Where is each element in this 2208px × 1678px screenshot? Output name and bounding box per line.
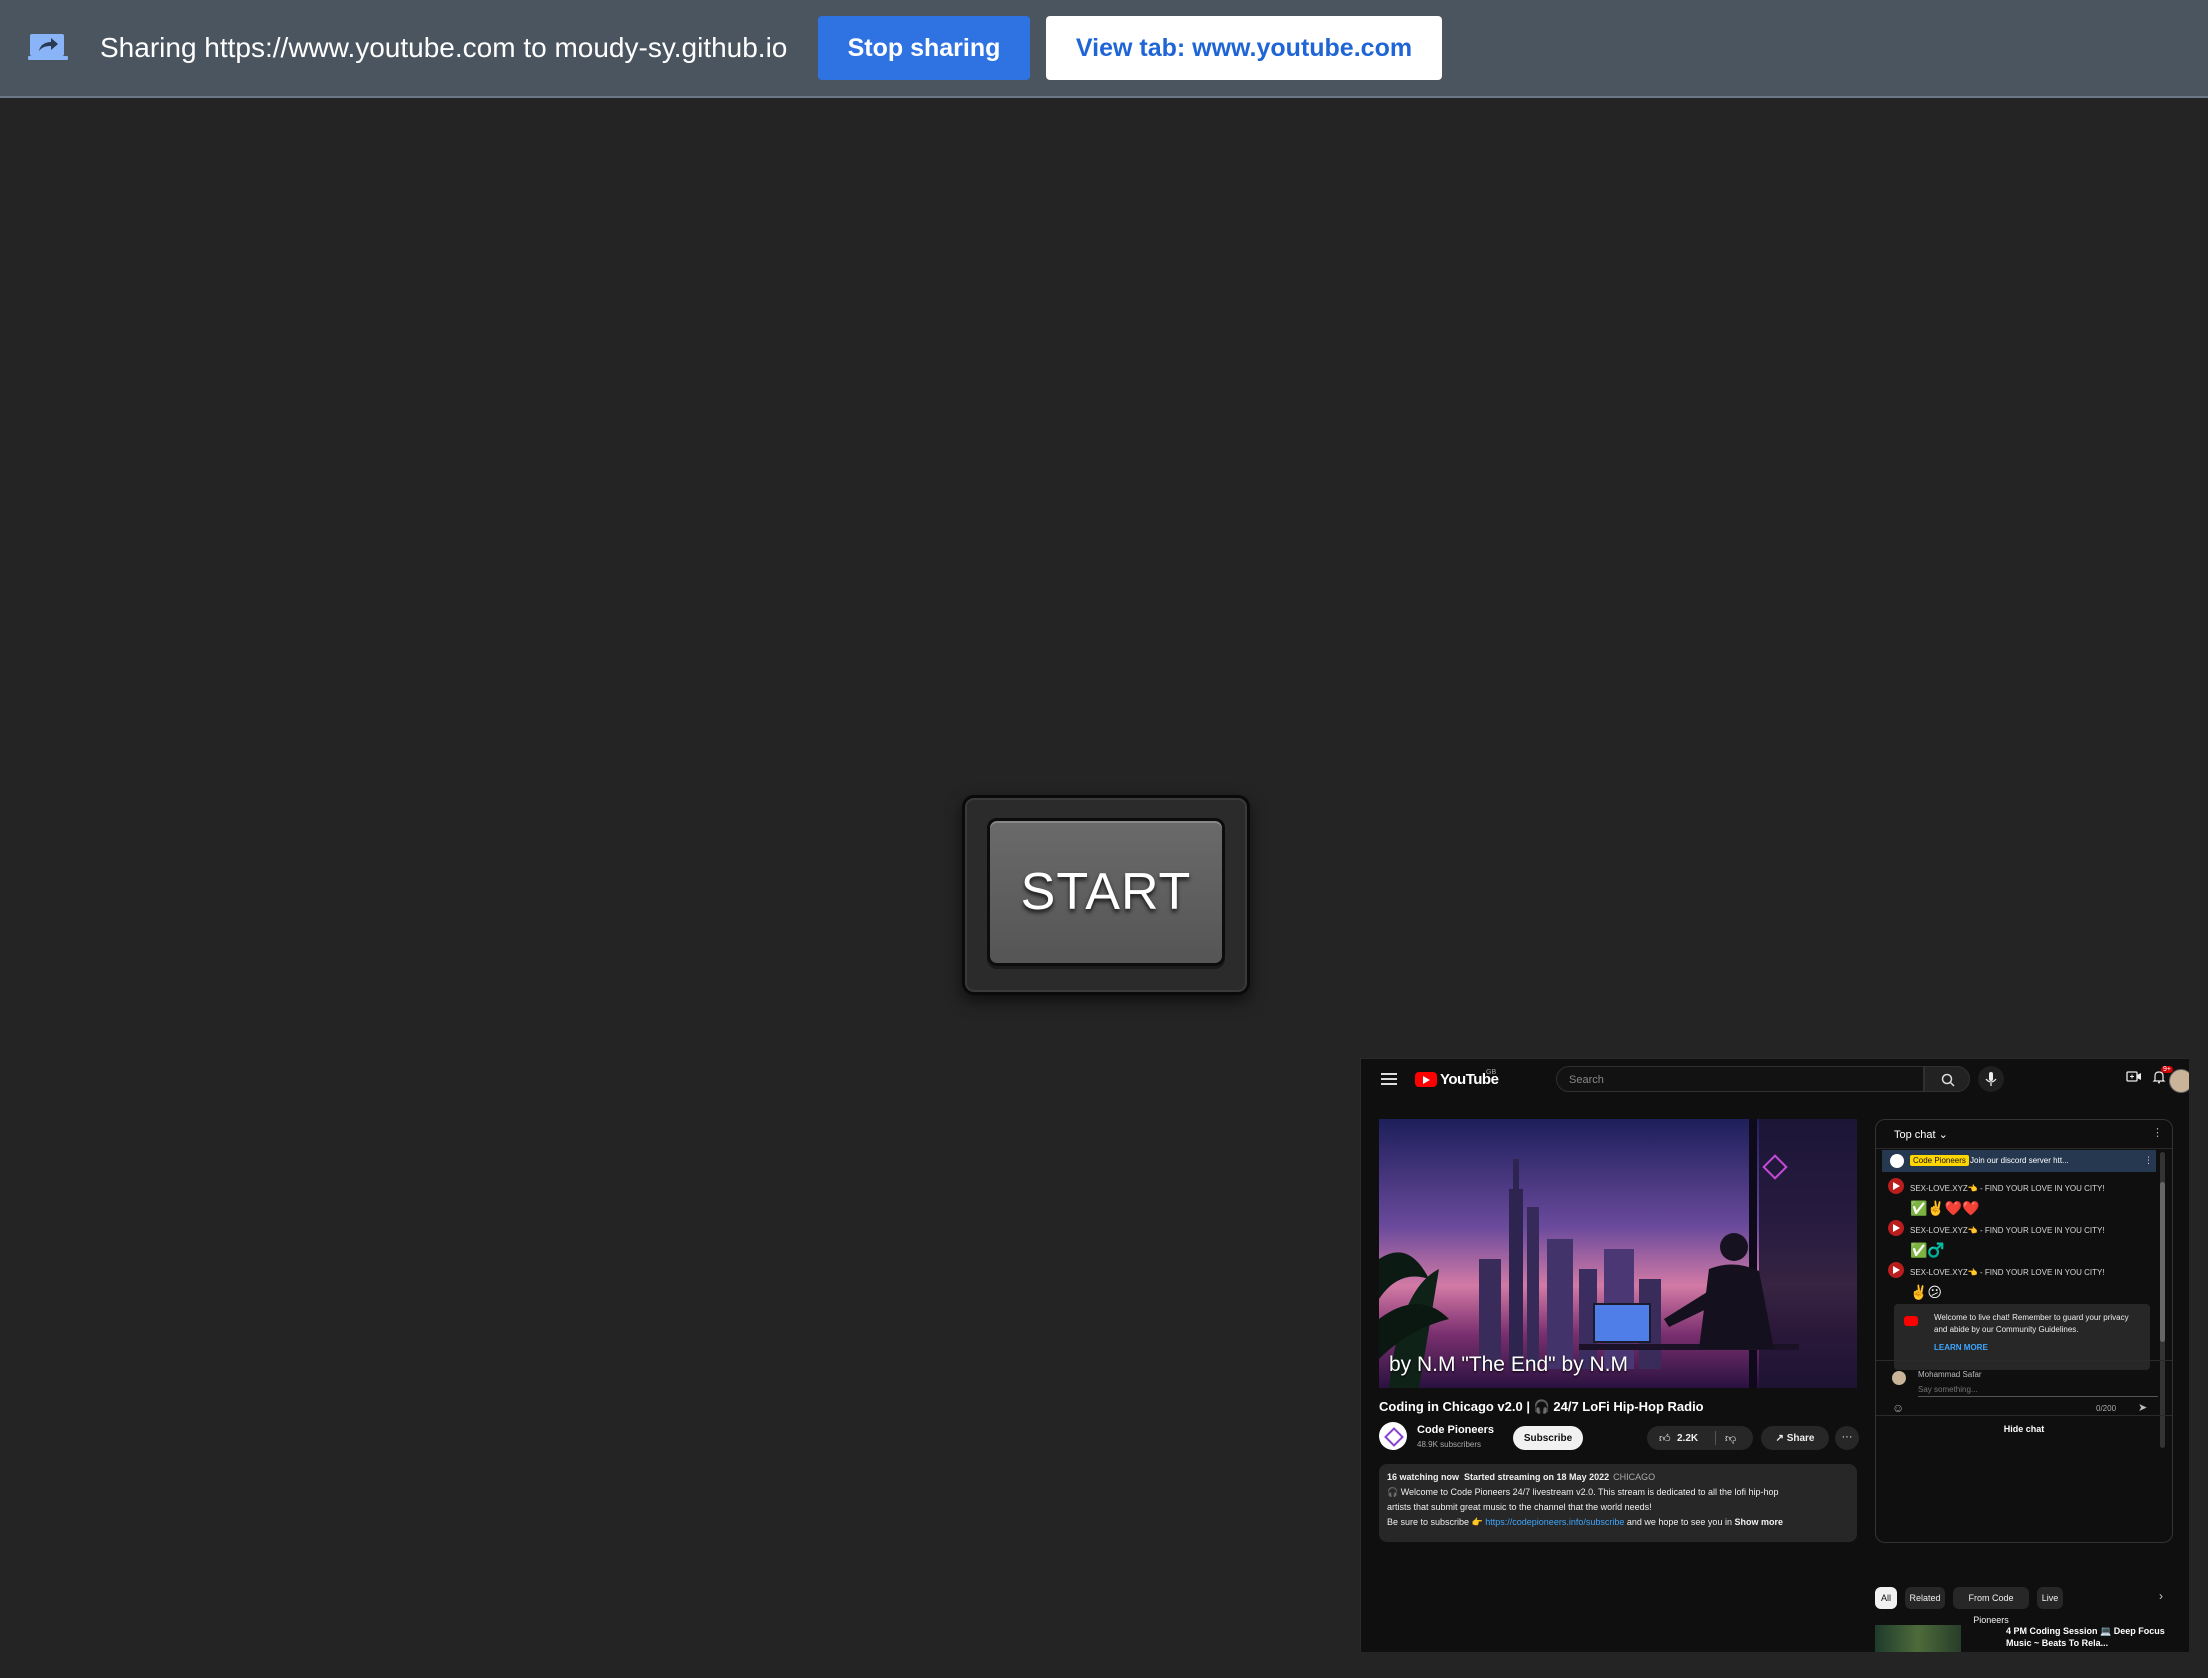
welcome-text: Welcome to live chat! Remember to guard … [1934, 1313, 2129, 1334]
top-chat-label: Top chat [1894, 1129, 1936, 1141]
search-icon [1941, 1073, 1955, 1087]
chat-message-text: SEX-LOVE.XYZ👈 - FIND YOUR LOVE IN YOU CI… [1910, 1226, 2105, 1235]
chat-input-area: Mohammad Safar ☺ 0/200 ➤ [1876, 1360, 2172, 1423]
video-description[interactable]: 16 watching now Started streaming on 18 … [1379, 1464, 1857, 1542]
like-dislike-group: 👍︎ 2.2K 👎︎ [1647, 1426, 1753, 1450]
youtube-masthead: YouTube GB Search 9+ [1361, 1059, 2189, 1101]
description-line: artists that submit great music to the c… [1387, 1502, 1652, 1512]
share-status-text: Sharing https://www.youtube.com to moudy… [100, 32, 788, 63]
youtube-logo-icon[interactable] [1415, 1072, 1437, 1087]
description-continuation: and we hope to see you in [1626, 1517, 1732, 1527]
like-icon[interactable]: 👍︎ [1659, 1432, 1671, 1445]
chip-related[interactable]: Related [1905, 1587, 1945, 1609]
more-actions-icon[interactable]: ··· [1835, 1426, 1859, 1450]
like-count[interactable]: 2.2K [1677, 1433, 1698, 1444]
chevron-right-icon[interactable]: › [2159, 1589, 2163, 1603]
chat-menu-icon[interactable]: ⋮ [2152, 1126, 2163, 1139]
subscribe-link[interactable]: https://codepioneers.info/subscribe [1485, 1517, 1624, 1527]
youtube-small-icon [1904, 1316, 1918, 1326]
video-thumbnail-illustration [1379, 1119, 1857, 1388]
chat-message-text: SEX-LOVE.XYZ👈 - FIND YOUR LOVE IN YOU CI… [1910, 1184, 2105, 1193]
chat-message-input[interactable] [1918, 1382, 2158, 1397]
pinned-message[interactable]: Code Pioneers Join our discord server ht… [1882, 1150, 2156, 1172]
region-label: GB [1486, 1069, 1497, 1076]
chip-live[interactable]: Live [2037, 1587, 2063, 1609]
subscriber-count: 48.9K subscribers [1417, 1440, 1482, 1449]
chat-scrollbar-thumb[interactable] [2160, 1182, 2165, 1342]
learn-more-link[interactable]: LEARN MORE [1934, 1343, 1988, 1352]
description-meta: 16 watching now Started streaming on 18 … [1387, 1472, 1655, 1482]
chip-from-channel[interactable]: From Code Pioneers [1953, 1587, 2029, 1625]
channel-avatar[interactable] [1379, 1422, 1407, 1450]
stop-sharing-button[interactable]: Stop sharing [818, 16, 1030, 80]
pinned-message-text: Join our discord server htt... [1970, 1156, 2069, 1165]
char-counter: 0/200 [2096, 1404, 2117, 1413]
chevron-down-icon: ⌄ [1938, 1129, 1948, 1141]
share-button[interactable]: ↗ Share [1761, 1426, 1829, 1450]
screen-share-banner: Sharing https://www.youtube.com to moudy… [0, 0, 2208, 98]
channel-name[interactable]: Code Pioneers [1417, 1424, 1494, 1436]
stream-start-date: Started streaming on 18 May 2022 [1464, 1472, 1610, 1482]
menu-icon[interactable] [1381, 1073, 1397, 1085]
hide-chat-button[interactable]: Hide chat [1876, 1415, 2172, 1441]
chat-author-avatar[interactable] [1888, 1262, 1904, 1278]
chip-all[interactable]: All [1875, 1587, 1897, 1609]
chat-message-emoji: ✅✌️❤️❤️ [1910, 1200, 1980, 1216]
account-avatar[interactable] [2169, 1069, 2189, 1093]
video-player[interactable]: by N.M "The End" by N.M [1379, 1119, 1857, 1388]
start-button[interactable]: START [987, 818, 1225, 966]
watching-count: 16 watching now [1387, 1472, 1460, 1482]
like-divider [1715, 1431, 1716, 1445]
search-button[interactable] [1924, 1066, 1970, 1092]
subscribe-button[interactable]: Subscribe [1513, 1426, 1583, 1450]
screen-share-icon [28, 34, 68, 60]
user-avatar [1892, 1371, 1906, 1385]
create-video-icon[interactable] [2126, 1069, 2142, 1085]
chat-message-emoji: ✌️😕 [1910, 1284, 1943, 1300]
pinned-author-avatar [1890, 1154, 1904, 1168]
description-subscribe-prompt: Be sure to subscribe 👉 [1387, 1517, 1483, 1527]
share-label: Share [1786, 1432, 1815, 1444]
view-tab-button[interactable]: View tab: www.youtube.com [1046, 16, 1442, 80]
video-title: Coding in Chicago v2.0 | 🎧 24/7 LoFi Hip… [1379, 1399, 1704, 1414]
chat-user-name: Mohammad Safar [1918, 1370, 1982, 1379]
chat-message-text: SEX-LOVE.XYZ👈 - FIND YOUR LOVE IN YOU CI… [1910, 1268, 2105, 1277]
chat-author-avatar[interactable] [1888, 1220, 1904, 1236]
pinned-author-badge: Code Pioneers [1910, 1155, 1969, 1166]
shared-tab-preview[interactable]: YouTube GB Search 9+ by N.M "The End" by… [1360, 1058, 2189, 1652]
pinned-menu-icon[interactable]: ⋮ [2144, 1155, 2153, 1166]
recommended-video-title[interactable]: 4 PM Coding Session 💻 Deep Focus Music ~… [2006, 1625, 2174, 1649]
chat-author-avatar[interactable] [1888, 1178, 1904, 1194]
search-input[interactable]: Search [1556, 1066, 1924, 1092]
description-line: 🎧 Welcome to Code Pioneers 24/7 livestre… [1387, 1487, 1779, 1497]
start-button-frame: START [962, 795, 1250, 995]
live-chat-panel: Top chat ⌄ ⋮ Code Pioneers Join our disc… [1875, 1119, 2173, 1543]
recommended-video-thumbnail[interactable] [1875, 1625, 1961, 1652]
emoji-picker-icon[interactable]: ☺ [1892, 1401, 1904, 1415]
top-chat-dropdown[interactable]: Top chat ⌄ [1894, 1128, 1948, 1141]
search-placeholder: Search [1569, 1074, 1604, 1086]
microphone-icon[interactable] [1978, 1066, 2004, 1092]
show-more-link[interactable]: Show more [1734, 1517, 1783, 1527]
chat-header: Top chat ⌄ ⋮ [1876, 1120, 2172, 1149]
chat-message-emoji: ✅♂️ [1910, 1242, 1945, 1258]
dislike-icon[interactable]: 👎︎ [1725, 1432, 1736, 1445]
description-line: Be sure to subscribe 👉 https://codepione… [1387, 1517, 1783, 1528]
send-icon[interactable]: ➤ [2138, 1401, 2147, 1414]
video-caption: by N.M "The End" by N.M [1389, 1353, 1628, 1376]
description-tag[interactable]: CHICAGO [1613, 1472, 1655, 1482]
